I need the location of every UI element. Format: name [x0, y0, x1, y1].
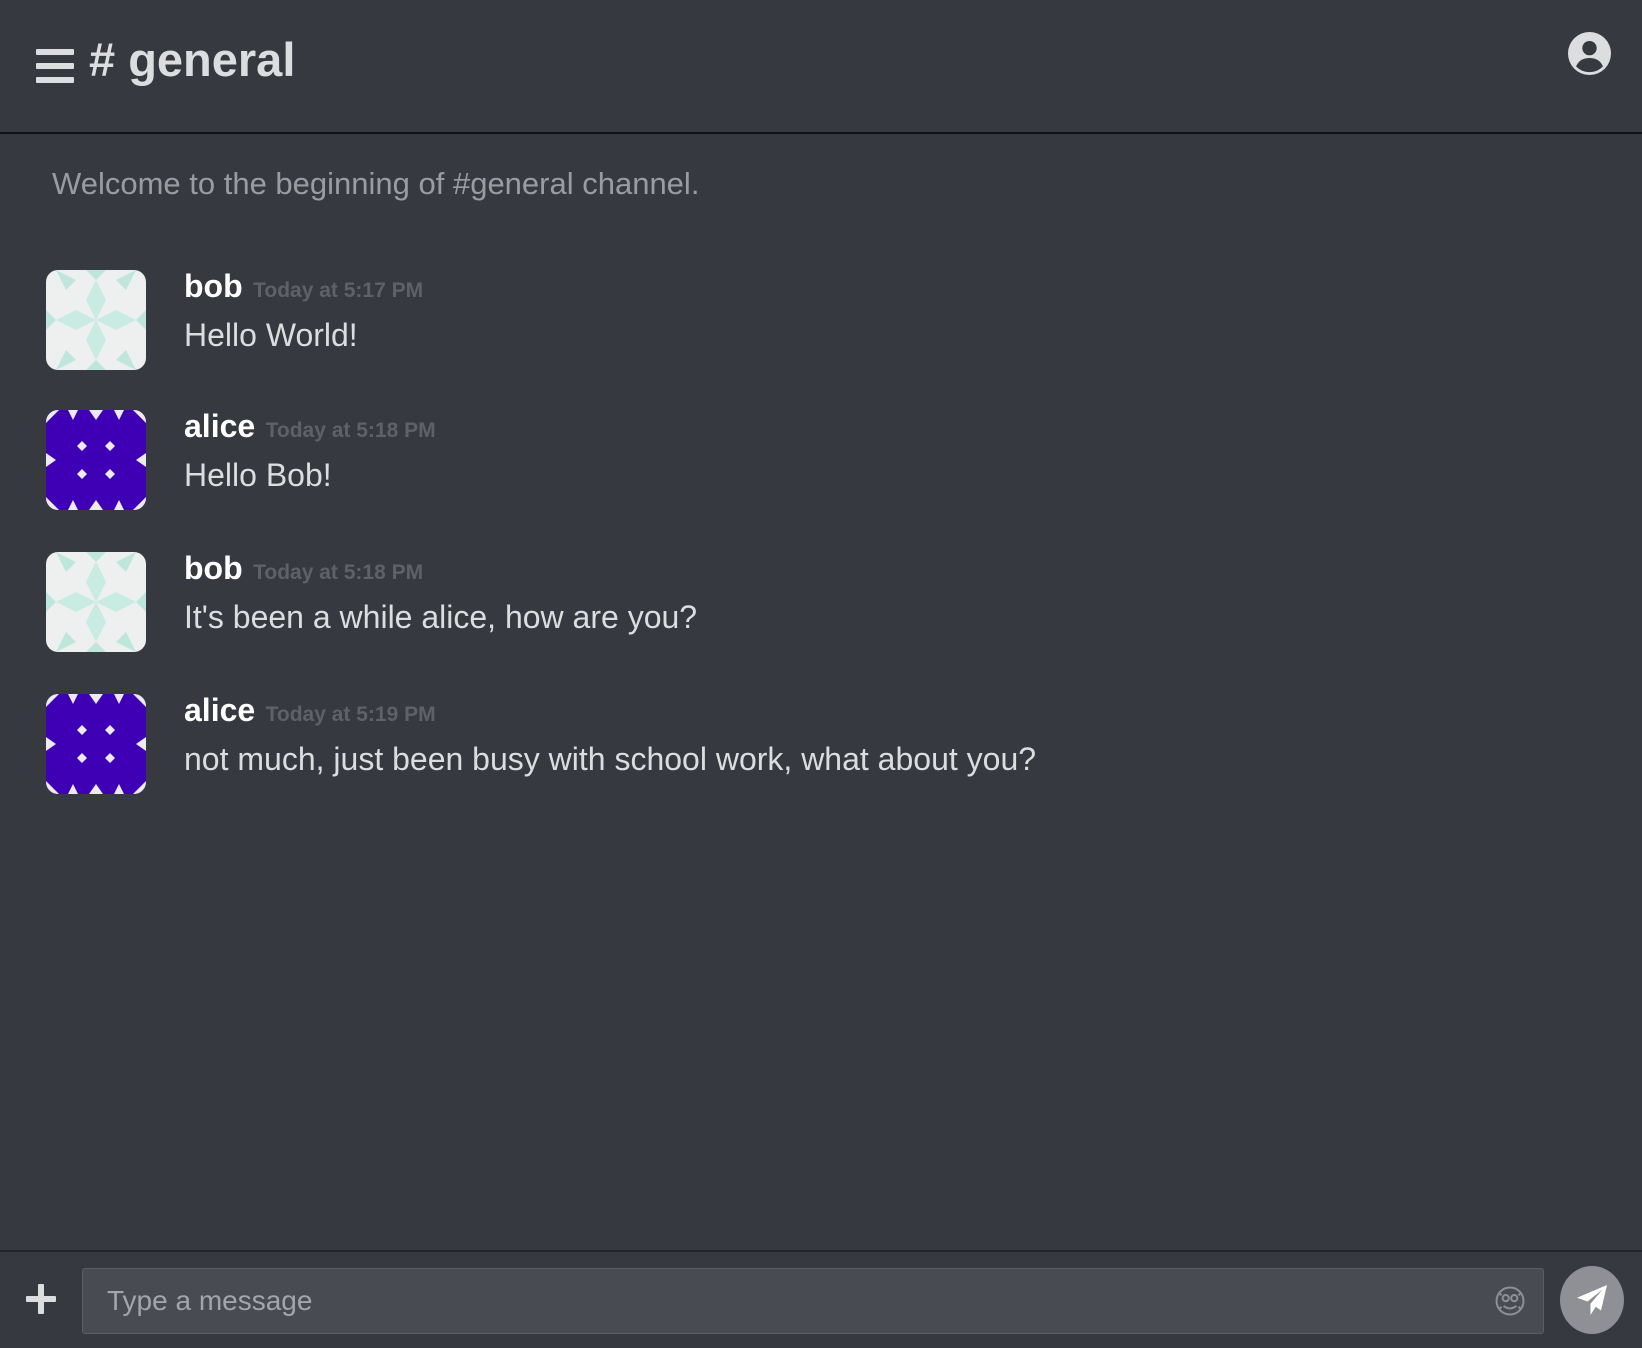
message-item: bob Today at 5:17 PM Hello World!	[46, 268, 1606, 370]
send-button[interactable]	[1560, 1266, 1624, 1334]
avatar[interactable]	[46, 552, 146, 652]
emoji-icon[interactable]	[1493, 1284, 1527, 1318]
message-timestamp: Today at 5:19 PM	[265, 703, 436, 726]
message-timestamp: Today at 5:18 PM	[265, 419, 436, 442]
send-icon	[1577, 1285, 1607, 1315]
channel-header: # general	[0, 0, 1642, 134]
message-author[interactable]: alice	[184, 408, 255, 444]
avatar[interactable]	[46, 270, 146, 370]
message-text: Hello Bob!	[184, 457, 332, 493]
message-input-wrapper	[82, 1268, 1544, 1334]
channel-welcome-text: Welcome to the beginning of #general cha…	[52, 166, 700, 201]
message-header: alice Today at 5:19 PM	[184, 690, 436, 737]
message-header: alice Today at 5:18 PM	[184, 406, 436, 453]
hamburger-menu-icon[interactable]	[36, 49, 74, 83]
account-circle-icon[interactable]	[1568, 32, 1611, 75]
message-timestamp: Today at 5:17 PM	[253, 279, 424, 302]
message-item: bob Today at 5:18 PM It's been a while a…	[46, 550, 1606, 652]
message-author[interactable]: bob	[184, 550, 243, 586]
message-header: bob Today at 5:18 PM	[184, 548, 423, 595]
message-text: It's been a while alice, how are you?	[184, 599, 698, 635]
channel-title: # general	[89, 33, 296, 86]
message-timestamp: Today at 5:18 PM	[253, 561, 424, 584]
plus-icon[interactable]	[26, 1284, 56, 1314]
message-text: Hello World!	[184, 317, 358, 353]
message-item: alice Today at 5:18 PM Hello Bob!	[46, 408, 1606, 510]
avatar[interactable]	[46, 694, 146, 794]
message-input[interactable]	[107, 1269, 1467, 1333]
message-item: alice Today at 5:19 PM not much, just be…	[46, 692, 1606, 794]
message-author[interactable]: bob	[184, 268, 243, 304]
message-text: not much, just been busy with school wor…	[184, 741, 1037, 777]
message-composer	[0, 1250, 1642, 1348]
message-header: bob Today at 5:17 PM	[184, 266, 423, 313]
message-author[interactable]: alice	[184, 692, 255, 728]
avatar[interactable]	[46, 410, 146, 510]
chat-app: # general Welcome to the beginning of #g…	[0, 0, 1642, 1348]
